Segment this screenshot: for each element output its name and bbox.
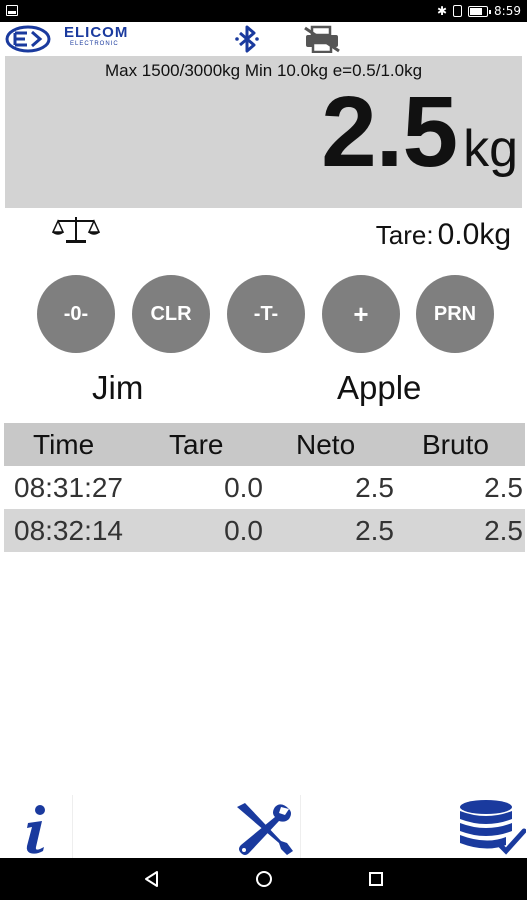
- balance-icon: [52, 217, 100, 243]
- table-header: Time Tare Neto Bruto: [4, 423, 525, 466]
- weight-unit: kg: [463, 120, 518, 178]
- tools-icon[interactable]: [229, 799, 297, 857]
- app-header: ELICOM ELECTRONIC: [0, 22, 527, 56]
- navigation-bar: [0, 858, 527, 900]
- header-time: Time: [33, 429, 95, 460]
- notification-icon: [6, 5, 18, 16]
- status-time: 8:59: [494, 4, 521, 18]
- elicom-logo-icon: [5, 25, 51, 53]
- clear-button[interactable]: CLR: [132, 275, 210, 353]
- cell-tare: 0.0: [224, 515, 263, 546]
- bottom-toolbar: [0, 795, 527, 858]
- weight-value: 2.5: [321, 76, 458, 188]
- home-icon[interactable]: [256, 871, 272, 887]
- table-row[interactable]: 08:32:14 0.0 2.5 2.5: [4, 509, 525, 552]
- product-name[interactable]: Apple: [337, 369, 421, 407]
- info-icon[interactable]: [18, 803, 54, 855]
- cell-time: 08:32:14: [14, 515, 123, 546]
- tare-value: 0.0: [437, 218, 480, 251]
- tare-unit: kg: [479, 218, 511, 251]
- weighing-table: Time Tare Neto Bruto 08:31:27 0.0 2.5 2.…: [4, 423, 525, 552]
- bluetooth-status-icon: ✱: [436, 4, 448, 18]
- cell-time: 08:31:27: [14, 472, 123, 503]
- back-icon[interactable]: [143, 870, 161, 888]
- operator-name[interactable]: Jim: [92, 369, 143, 407]
- cell-neto: 2.5: [355, 515, 394, 546]
- tare-readout: Tare: 0.0 kg: [376, 218, 511, 252]
- toolbar-divider: [300, 795, 301, 858]
- zero-button[interactable]: -0-: [37, 275, 115, 353]
- recent-apps-icon[interactable]: [369, 872, 383, 886]
- cell-neto: 2.5: [355, 472, 394, 503]
- print-button[interactable]: PRN: [416, 275, 494, 353]
- header-neto: Neto: [296, 429, 356, 460]
- status-icons: ✱ 8:59: [437, 3, 521, 19]
- weight-display: Max 1500/3000kg Min 10.0kg e=0.5/1.0kg 2…: [5, 56, 522, 208]
- bluetooth-icon[interactable]: [233, 24, 261, 54]
- weight-readout: 2.5 kg: [321, 82, 518, 182]
- vibrate-icon: [453, 5, 463, 17]
- printer-disabled-icon[interactable]: [302, 25, 342, 53]
- table-row[interactable]: 08:31:27 0.0 2.5 2.5: [4, 466, 525, 509]
- tare-label: Tare:: [375, 220, 434, 250]
- battery-icon: [468, 5, 492, 17]
- logo-subtext: ELECTRONIC: [70, 41, 119, 47]
- toolbar-divider: [72, 795, 73, 858]
- status-bar: ✱ 8:59: [0, 0, 527, 22]
- database-check-icon[interactable]: [456, 799, 526, 857]
- add-button[interactable]: +: [322, 275, 400, 353]
- cell-tare: 0.0: [224, 472, 263, 503]
- cell-bruto: 2.5: [484, 515, 523, 546]
- tare-button[interactable]: -T-: [227, 275, 305, 353]
- header-bruto: Bruto: [422, 429, 489, 460]
- logo-text: ELICOM: [64, 24, 129, 41]
- cell-bruto: 2.5: [484, 472, 523, 503]
